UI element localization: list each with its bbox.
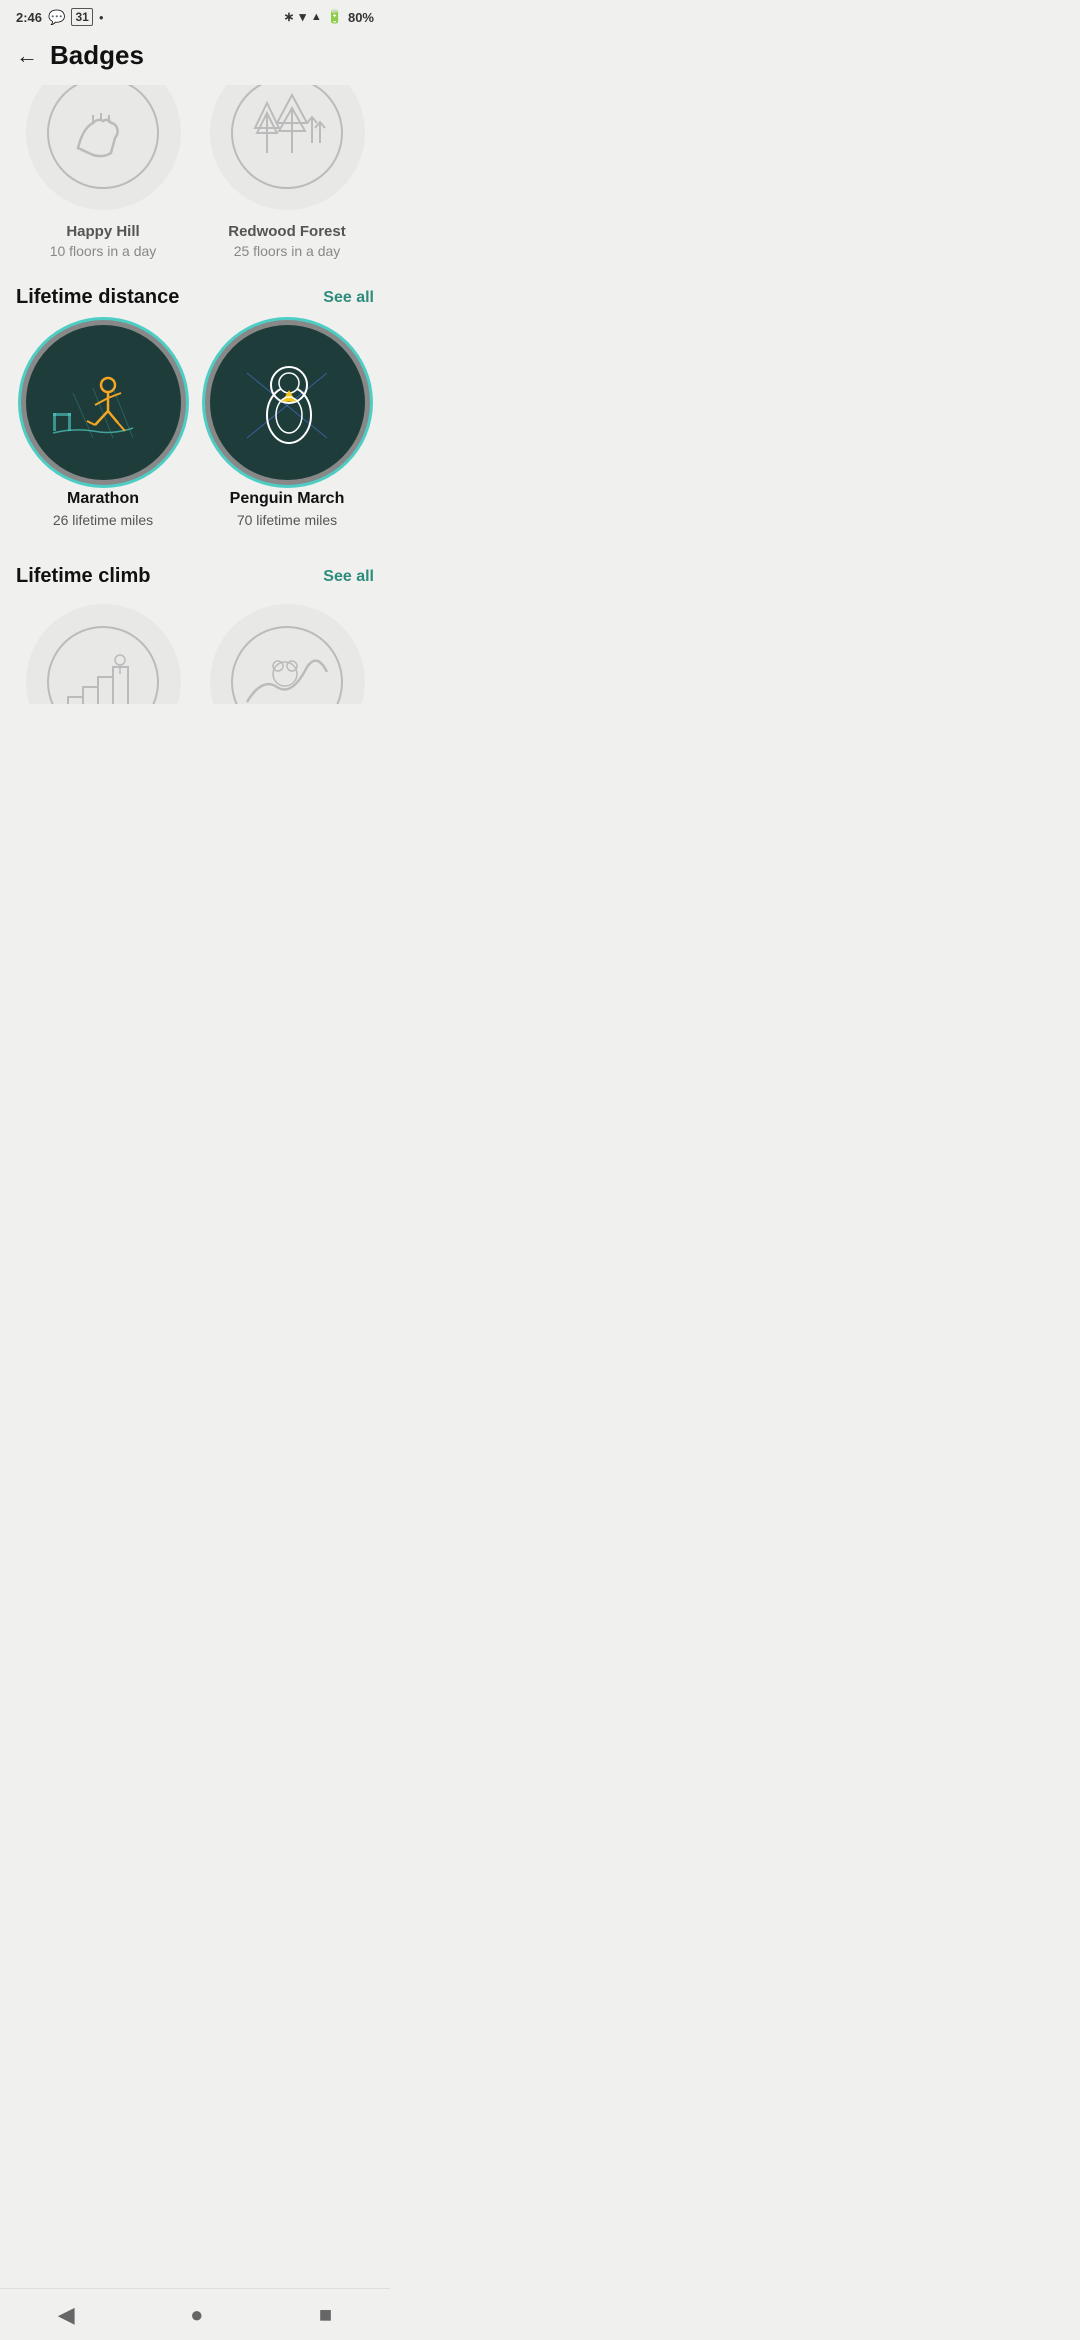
badge-label-happy-hill: Happy Hill 10 floors in a day [16,223,190,260]
lifetime-distance-badges: Marathon 26 lifetime miles [0,325,390,549]
section-title-lifetime-climb: Lifetime climb [16,565,150,588]
climb-badge-circle-1 [26,604,181,704]
penguin-badge-desc: 70 lifetime miles [237,511,337,529]
wifi-icon: ▾ [299,9,306,25]
nav-recents-button[interactable]: ■ [319,2302,332,2328]
marathon-badge-name: Marathon [67,490,139,508]
section-title-lifetime-distance: Lifetime distance [16,286,179,309]
battery-percent: 80% [348,10,374,25]
climb-badge-circle-2 [210,604,365,704]
top-badges-row [0,85,390,215]
see-all-lifetime-distance[interactable]: See all [323,289,374,307]
bluetooth-icon: ∗ [283,9,294,25]
section-header-lifetime-climb: Lifetime climb See all [0,559,390,604]
badge-circle-redwood [210,85,365,210]
nav-back-button[interactable]: ◀ [58,2302,75,2328]
section-header-lifetime-distance: Lifetime distance See all [0,280,390,325]
lifetime-climb-badges-partial [0,604,390,704]
badge-circle-happy-hill [26,85,181,210]
status-time: 2:46 [16,10,42,25]
calendar-icon: 31 [71,8,92,26]
page-header: ← Badges [0,30,390,85]
bottom-nav: ◀ ● ■ [0,2288,390,2340]
climb-badge-1[interactable] [16,604,190,704]
signal-icon: ▲ [311,11,322,23]
nav-home-button[interactable]: ● [190,2302,203,2328]
badge-label-redwood: Redwood Forest 25 floors in a day [200,223,374,260]
chat-icon: 💬 [48,9,65,26]
climb-badge-2[interactable] [200,604,374,704]
badge-item-penguin[interactable]: Penguin March 70 lifetime miles [200,325,374,529]
penguin-badge-name: Penguin March [230,490,345,508]
badge-item-happy-hill[interactable] [16,85,190,211]
marathon-badge-desc: 26 lifetime miles [53,511,153,529]
dot-indicator: ● [99,13,104,22]
status-bar: 2:46 💬 31 ● ∗ ▾ ▲ 🔋 80% [0,0,390,30]
badge-item-redwood[interactable] [200,85,374,211]
badge-circle-penguin [210,325,365,480]
badge-circle-marathon [26,325,181,480]
see-all-lifetime-climb[interactable]: See all [323,568,374,586]
back-button[interactable]: ← [16,43,38,69]
page-title: Badges [50,40,144,71]
badge-item-marathon[interactable]: Marathon 26 lifetime miles [16,325,190,529]
battery-icon: 🔋 [327,9,343,25]
